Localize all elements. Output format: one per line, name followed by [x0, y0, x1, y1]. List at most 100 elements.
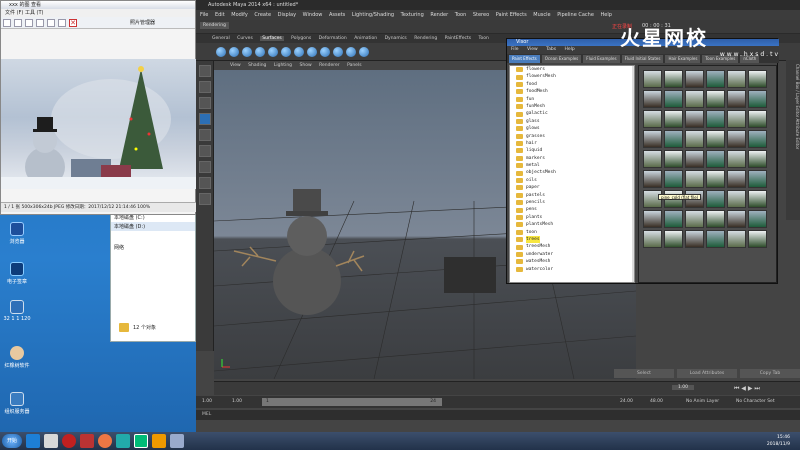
delete-icon[interactable]: ✕: [69, 18, 77, 27]
brush-thumbnail[interactable]: [643, 90, 662, 108]
brush-thumbnail[interactable]: [748, 90, 767, 108]
folder-item[interactable]: fun: [510, 96, 634, 103]
brush-thumbnail[interactable]: [643, 70, 662, 88]
brush-thumbnail[interactable]: [664, 70, 683, 88]
move-tool-icon[interactable]: [198, 113, 211, 125]
chrome-icon[interactable]: [98, 434, 112, 448]
nurbs-cylinder-icon[interactable]: [242, 46, 252, 57]
shelf-tab-deformation[interactable]: Deformation: [319, 36, 347, 41]
folder-item[interactable]: hair: [510, 140, 634, 147]
end-time[interactable]: 48.00: [650, 396, 663, 408]
brush-thumbnail[interactable]: [706, 110, 725, 128]
brush-thumbnail[interactable]: [685, 150, 704, 168]
explorer-icon[interactable]: [44, 434, 58, 448]
side-tabs[interactable]: Channel Box / Layer Editor Attribute Edi…: [786, 60, 800, 220]
shelf-tab-animation[interactable]: Animation: [354, 36, 377, 41]
folder-item[interactable]: food: [510, 81, 634, 88]
menu-muscle[interactable]: Muscle: [533, 12, 550, 18]
brush-thumbnail[interactable]: [706, 130, 725, 148]
menu-assets[interactable]: Assets: [329, 12, 345, 18]
folder-item[interactable]: plants: [510, 214, 634, 221]
ppt-icon[interactable]: [116, 434, 130, 448]
brush-thumbnail[interactable]: [748, 210, 767, 228]
folder-list-scrollbar[interactable]: [632, 66, 634, 282]
folder-item[interactable]: liquid: [510, 147, 634, 154]
copy-tab-button[interactable]: Copy Tab: [740, 369, 800, 378]
brush-thumbnail[interactable]: [706, 210, 725, 228]
folder-item[interactable]: glows: [510, 125, 634, 132]
range-bar[interactable]: 1 24: [262, 398, 442, 406]
brush-thumbnail[interactable]: [664, 150, 683, 168]
brush-thumbnail[interactable]: [685, 210, 704, 228]
brush-thumbnail[interactable]: [706, 230, 725, 248]
ie-icon[interactable]: [26, 434, 40, 448]
visor-tab-paint-effects[interactable]: Paint Effects: [509, 55, 540, 63]
visor-menu-view[interactable]: View: [527, 47, 538, 52]
actual-size-icon[interactable]: [36, 18, 44, 27]
shelf-tab-dynamics[interactable]: Dynamics: [385, 36, 407, 41]
brush-thumbnail[interactable]: [706, 90, 725, 108]
brush-thumbnail[interactable]: [748, 130, 767, 148]
menu-pipeline[interactable]: Pipeline Cache: [557, 12, 594, 18]
menu-display[interactable]: Display: [278, 12, 296, 18]
menu-help[interactable]: Help: [601, 12, 612, 18]
menu-paint-effects[interactable]: Paint Effects: [496, 12, 527, 18]
folder-item[interactable]: flowers: [510, 66, 634, 73]
menu-edit[interactable]: Edit: [215, 12, 225, 18]
brush-thumbnail[interactable]: [685, 90, 704, 108]
menu-texturing[interactable]: Texturing: [401, 12, 424, 18]
folder-item[interactable]: paper: [510, 184, 634, 191]
character-set-dropdown[interactable]: No Character Set: [736, 396, 775, 408]
drive-d[interactable]: 本地磁盘 (D:): [111, 222, 195, 231]
folder-item[interactable]: pastels: [510, 192, 634, 199]
folder-item[interactable]: galactic: [510, 110, 634, 117]
layout-two-icon[interactable]: [198, 193, 211, 205]
brush-thumbnail[interactable]: [706, 150, 725, 168]
folder-item[interactable]: pens: [510, 206, 634, 213]
folder-item[interactable]: underwater: [510, 251, 634, 258]
rotate-tool-icon[interactable]: [198, 129, 211, 141]
select-tool-icon[interactable]: [198, 65, 211, 77]
visor-tab-ocean[interactable]: Ocean Examples: [541, 55, 582, 63]
brush-thumbnail[interactable]: [748, 190, 767, 208]
paint-select-icon[interactable]: [198, 97, 211, 109]
nurbs-plane-icon[interactable]: [268, 46, 278, 57]
shelf-tab-toon[interactable]: Toon: [479, 36, 489, 41]
start-button[interactable]: 开始: [2, 434, 22, 448]
brush-thumbnail[interactable]: [664, 90, 683, 108]
maya-icon[interactable]: [134, 434, 148, 448]
playback-start[interactable]: 1.00: [232, 396, 242, 408]
folder-item[interactable]: pencils: [510, 199, 634, 206]
menu-lighting[interactable]: Lighting/Shading: [352, 12, 394, 18]
fit-icon[interactable]: [25, 18, 33, 27]
brush-thumbnail[interactable]: [727, 170, 746, 188]
brush-thumbnail[interactable]: [727, 70, 746, 88]
brush-thumbnail[interactable]: [643, 130, 662, 148]
brush-thumbnail[interactable]: [748, 230, 767, 248]
folder-item[interactable]: watercolor: [510, 266, 634, 273]
menu-window[interactable]: Window: [303, 12, 323, 18]
mode-dropdown[interactable]: Rendering: [200, 22, 229, 29]
shelf-tab-curves[interactable]: Curves: [237, 36, 253, 41]
zoom-in-icon[interactable]: [47, 18, 55, 27]
menu-modify[interactable]: Modify: [231, 12, 248, 18]
viewer-menu[interactable]: 文件 (F) 工具 (T): [1, 9, 195, 17]
brush-thumbnail[interactable]: [727, 90, 746, 108]
brush-thumbnail[interactable]: [727, 230, 746, 248]
start-time[interactable]: 1.00: [202, 396, 212, 408]
menu-toon[interactable]: Toon: [455, 12, 467, 18]
shelf-tab-surfaces[interactable]: Surfaces: [260, 36, 284, 41]
folder-item[interactable]: watesMesh: [510, 258, 634, 265]
visor-menu-tabs[interactable]: Tabs: [546, 47, 556, 52]
boundary-icon[interactable]: [359, 46, 369, 57]
clock[interactable]: 15:46 2018/11/9: [767, 434, 790, 448]
desktop-icon-server[interactable]: 组织服务器: [2, 392, 32, 415]
brush-thumbnail[interactable]: [748, 70, 767, 88]
layout-four-icon[interactable]: [198, 177, 211, 189]
brush-thumbnail[interactable]: [664, 230, 683, 248]
folder-item[interactable]: grasses: [510, 133, 634, 140]
photo-manager-button[interactable]: 照片管理器: [130, 19, 155, 26]
folder-item[interactable]: foodMesh: [510, 88, 634, 95]
brush-thumbnail[interactable]: [664, 130, 683, 148]
brush-thumbnail[interactable]: [727, 110, 746, 128]
